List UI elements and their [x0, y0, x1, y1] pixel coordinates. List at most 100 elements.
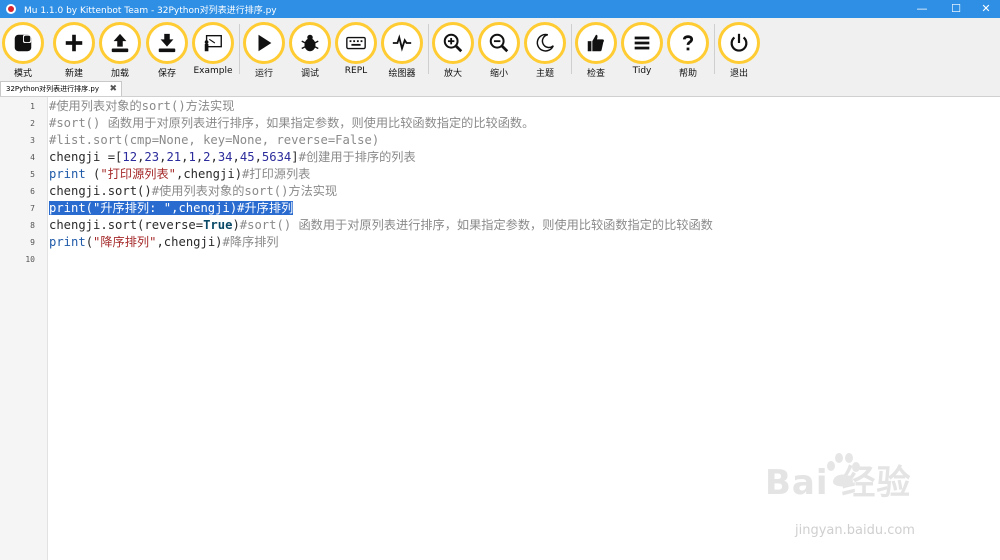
code-line: print("降序排列",chengji)#降序排列: [49, 234, 279, 251]
quit-button[interactable]: 退出: [716, 22, 762, 80]
help-label: 帮助: [678, 69, 697, 79]
presentation-icon: [204, 34, 222, 52]
code-text: ]: [291, 150, 299, 164]
mode-label: 模式: [13, 69, 32, 79]
number-literal: 23: [144, 150, 160, 164]
code-line: print ("打印源列表",chengji)#打印源列表: [49, 166, 310, 183]
app-logo-icon: [6, 4, 16, 14]
tidy-button[interactable]: Tidy: [619, 22, 665, 80]
new-label: 新建: [64, 69, 83, 79]
plotter-button[interactable]: 绘图器: [379, 22, 425, 80]
baidu-watermark: Bai 经验 jingyan.baidu.com: [765, 453, 915, 538]
number-literal: 5634: [261, 150, 292, 164]
code-text: ): [232, 218, 240, 232]
comment: #打印源列表: [242, 167, 311, 181]
download-icon: [158, 33, 176, 53]
close-window-button[interactable]: ✕: [970, 0, 1000, 18]
line-number: 2: [30, 119, 35, 128]
string-literal: "打印源列表": [100, 167, 176, 181]
pulse-icon: [392, 34, 412, 52]
repl-label: REPL: [344, 66, 368, 76]
file-tab[interactable]: 32Python对列表进行排序.py ✖: [0, 81, 122, 96]
code-line: #使用列表对象的sort()方法实现: [49, 98, 234, 115]
line-number-gutter: 1 2 3 4 5 6 7 8 9 10: [0, 97, 48, 560]
code-text: chengji =[: [49, 150, 123, 164]
new-button[interactable]: 新建: [51, 22, 97, 80]
zoom-in-icon: [443, 33, 463, 53]
thumbs-up-icon: [587, 34, 604, 52]
line-number: 7: [30, 204, 35, 213]
line-number: 8: [30, 221, 35, 230]
comment: #使用列表对象的sort()方法实现: [151, 184, 338, 198]
help-button[interactable]: 帮助: [665, 22, 711, 80]
code-line: #sort() 函数用于对原列表进行排序，如果指定参数，则使用比较函数指定的比较…: [49, 115, 534, 132]
window-title: Mu 1.1.0 by Kittenbot Team - 32Python对列表…: [24, 5, 277, 16]
tidy-label: Tidy: [632, 66, 652, 76]
debug-label: 调试: [300, 69, 319, 79]
load-label: 加载: [110, 69, 129, 79]
zoom-in-label: 放大: [443, 69, 462, 79]
bug-icon: [301, 34, 319, 52]
debug-button[interactable]: 调试: [287, 22, 333, 80]
load-button[interactable]: 加载: [97, 22, 143, 80]
keyboard-icon: [346, 36, 366, 50]
mode-button[interactable]: 模式: [0, 22, 46, 80]
line-number: 6: [30, 187, 35, 196]
line-number: 4: [30, 153, 35, 162]
code-text: ,chengji): [156, 235, 223, 249]
keyword: print: [49, 235, 86, 249]
save-label: 保存: [157, 69, 176, 79]
comment: #sort() 函数用于对原列表进行排序，如果指定参数，则使用比较函数指定的比较…: [239, 218, 713, 232]
toolbar-divider: [428, 24, 429, 74]
toolbar-divider: [239, 24, 240, 74]
line-number: 5: [30, 170, 35, 179]
number-literal: 34: [217, 150, 233, 164]
zoom-out-button[interactable]: 缩小: [476, 22, 522, 80]
line-number: 9: [30, 238, 35, 247]
code-text: ,: [254, 150, 262, 164]
code-line: chengji.sort(reverse=True)#sort() 函数用于对原…: [49, 217, 713, 234]
zoom-out-label: 缩小: [489, 69, 508, 79]
mode-icon: [14, 34, 32, 52]
keyword: print: [49, 167, 86, 181]
example-button[interactable]: Example: [190, 22, 236, 80]
paw-icon: [827, 453, 860, 487]
plotter-label: 绘图器: [388, 69, 416, 79]
upload-icon: [111, 33, 129, 53]
number-literal: 1: [188, 150, 196, 164]
comment: #降序排列: [222, 235, 279, 249]
run-button[interactable]: 运行: [241, 22, 287, 80]
check-button[interactable]: 检查: [573, 22, 619, 80]
code-line: #list.sort(cmp=None, key=None, reverse=F…: [49, 132, 379, 149]
example-label: Example: [193, 66, 233, 76]
selected-text: print("升序排列: ",chengji)#升序排列: [49, 201, 294, 215]
number-literal: 45: [239, 150, 255, 164]
code-text: ,: [232, 150, 240, 164]
code-text: chengji.sort(reverse=: [49, 218, 204, 232]
save-button[interactable]: 保存: [144, 22, 190, 80]
comment: #sort() 函数用于对原列表进行排序，如果指定参数，则使用比较函数指定的比较…: [49, 116, 535, 130]
repl-button[interactable]: REPL: [333, 22, 379, 80]
line-number: 1: [30, 102, 35, 111]
play-icon: [258, 34, 272, 52]
code-text: chengji.sort(): [49, 184, 152, 198]
zoom-out-icon: [489, 33, 509, 53]
menu-lines-icon: [634, 36, 650, 50]
tab-close-icon[interactable]: ✖: [109, 82, 117, 96]
toolbar: 模式 新建 加载 保存 Example 运行 调试 REPL 绘图器 放大 缩小: [0, 18, 1000, 82]
string-literal: "降序排列": [93, 235, 157, 249]
minimize-button[interactable]: —: [906, 0, 938, 18]
line-number: 3: [30, 136, 35, 145]
maximize-button[interactable]: ☐: [940, 0, 972, 18]
zoom-in-button[interactable]: 放大: [430, 22, 476, 80]
code-line: print("升序排列: ",chengji)#升序排列: [49, 200, 294, 217]
moon-icon: [536, 33, 554, 52]
code-text: ,chengji): [176, 167, 243, 181]
code-text: (: [85, 235, 94, 249]
number-literal: 21: [166, 150, 182, 164]
comment: #使用列表对象的sort()方法实现: [49, 99, 235, 113]
question-icon: [682, 35, 694, 51]
tab-bar: 32Python对列表进行排序.py ✖: [0, 81, 1000, 96]
theme-button[interactable]: 主题: [522, 22, 568, 80]
watermark-url: jingyan.baidu.com: [795, 523, 915, 538]
